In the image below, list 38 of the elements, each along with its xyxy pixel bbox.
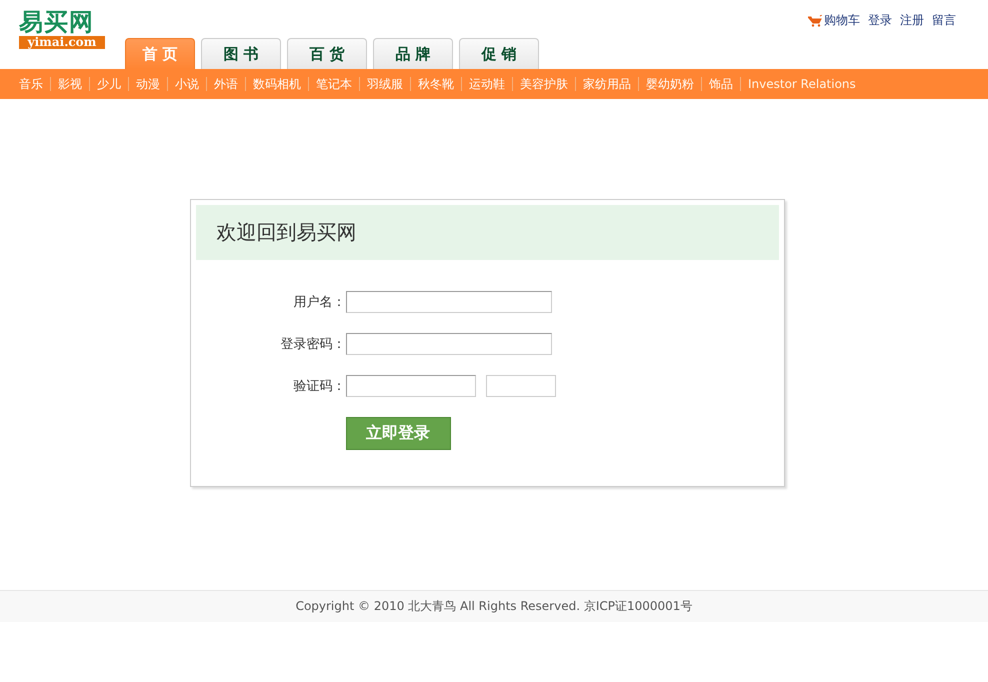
category-link[interactable]: 影视 <box>51 76 89 92</box>
category-link[interactable]: 动漫 <box>129 76 167 92</box>
category-link[interactable]: 美容护肤 <box>513 76 575 92</box>
category-link[interactable]: Investor Relations <box>741 77 863 91</box>
copyright-text: Copyright © 2010 北大青鸟 All Rights Reserved. 京ICP证1000001号 <box>296 598 692 615</box>
category-link[interactable]: 外语 <box>207 76 245 92</box>
username-field[interactable] <box>346 291 552 313</box>
category-link[interactable]: 笔记本 <box>309 76 359 92</box>
category-link[interactable]: 音乐 <box>12 76 50 92</box>
category-link[interactable]: 饰品 <box>702 76 740 92</box>
top-link[interactable]: 登录 <box>868 12 892 29</box>
captcha-box <box>486 375 556 397</box>
category-link[interactable]: 羽绒服 <box>360 76 410 92</box>
top-link[interactable]: 留言 <box>932 12 956 29</box>
nav-tab[interactable]: 百 货 <box>287 38 367 69</box>
logo-domain: yimai.com <box>19 36 105 49</box>
captcha-field[interactable] <box>346 375 476 397</box>
nav-tab[interactable]: 品 牌 <box>373 38 453 69</box>
field-label: 验证码： <box>292 378 346 395</box>
password-field[interactable] <box>346 333 552 355</box>
category-link[interactable]: 婴幼奶粉 <box>639 76 701 92</box>
category-link[interactable]: 运动鞋 <box>462 76 512 92</box>
nav-tab[interactable]: 图 书 <box>201 38 281 69</box>
panel-title: 欢迎回到易买网 <box>216 219 356 246</box>
nav-tab[interactable]: 首 页 <box>125 38 195 69</box>
top-link[interactable]: 购物车 <box>824 12 860 29</box>
field-label: 用户名： <box>292 294 346 311</box>
logo-title: 易买网 <box>19 8 95 36</box>
category-link[interactable]: 家纺用品 <box>576 76 638 92</box>
nav-tab[interactable]: 促 销 <box>459 38 539 69</box>
category-link[interactable]: 小说 <box>168 76 206 92</box>
field-label: 登录密码： <box>280 336 346 353</box>
top-link[interactable]: 注册 <box>900 12 924 29</box>
category-link[interactable]: 数码相机 <box>246 76 308 92</box>
login-button[interactable]: 立即登录 <box>346 416 450 450</box>
category-link[interactable]: 少儿 <box>90 76 128 92</box>
cart-icon[interactable] <box>808 14 822 26</box>
category-link[interactable]: 秋冬靴 <box>411 76 461 92</box>
